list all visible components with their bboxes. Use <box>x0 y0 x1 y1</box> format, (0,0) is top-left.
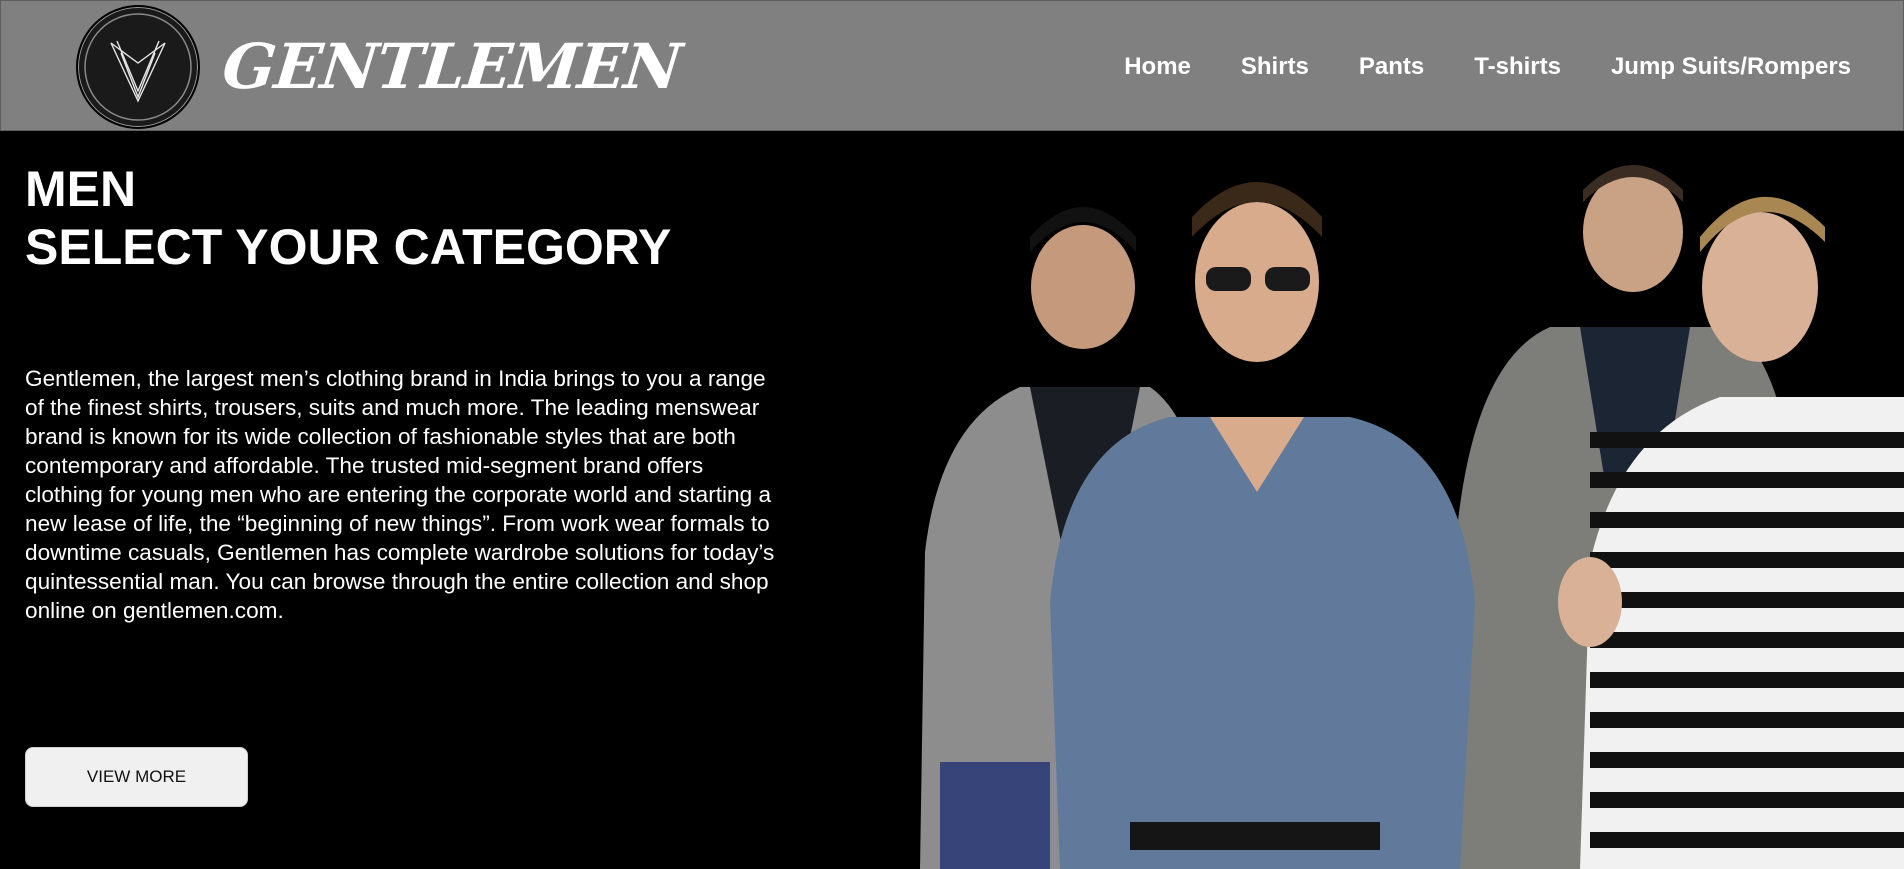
view-more-button[interactable]: VIEW MORE <box>25 747 248 807</box>
nav-shirts[interactable]: Shirts <box>1241 49 1309 85</box>
models-illustration <box>900 132 1904 869</box>
hero-heading-line1: MEN <box>25 161 137 217</box>
hero-description: Gentlemen, the largest men’s clothing br… <box>25 366 775 623</box>
brand-name[interactable]: GENTLEMEN <box>219 27 685 107</box>
hero-models-photo <box>900 132 1904 869</box>
nav-home[interactable]: Home <box>1124 49 1191 85</box>
nav-jumpsuits-rompers[interactable]: Jump Suits/Rompers <box>1611 49 1851 85</box>
nav-pants[interactable]: Pants <box>1359 49 1424 85</box>
hero-heading-line2: SELECT YOUR CATEGORY <box>25 219 672 275</box>
nav-tshirts[interactable]: T-shirts <box>1474 49 1561 85</box>
main-nav: Home Shirts Pants T-shirts Jump Suits/Ro… <box>1124 49 1851 85</box>
site-header: GENTLEMEN Home Shirts Pants T-shirts Jum… <box>0 0 1904 131</box>
v-monogram-logo-icon[interactable] <box>76 5 200 129</box>
hero-heading: MEN SELECT YOUR CATEGORY <box>25 160 671 276</box>
